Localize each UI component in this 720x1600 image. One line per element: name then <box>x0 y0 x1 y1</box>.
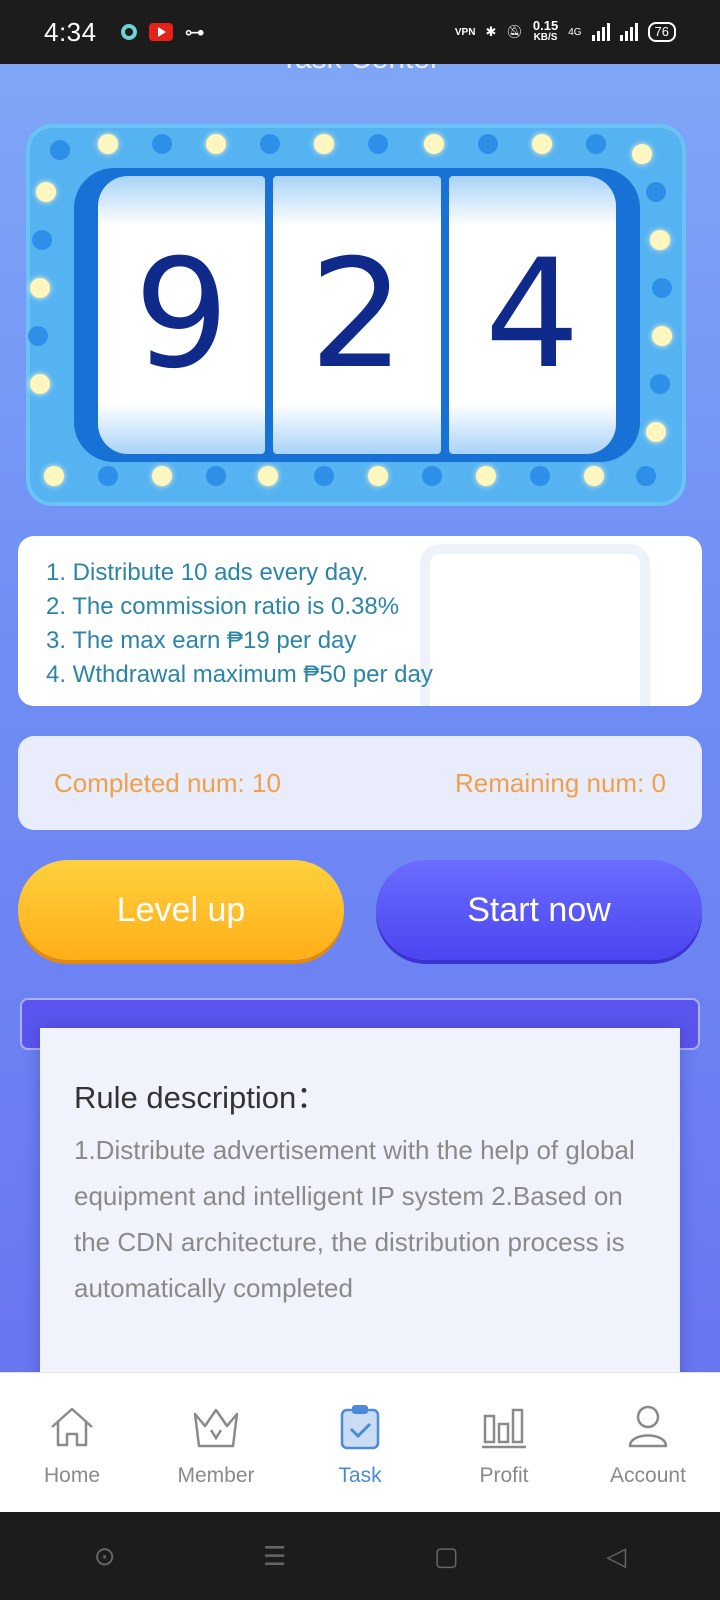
task-center-page: Task Center <box>0 64 720 1372</box>
reel-digit: 9 <box>133 228 230 402</box>
slot-machine: 9 2 4 <box>26 124 686 506</box>
slot-reels: 9 2 4 <box>74 168 640 462</box>
status-time: 4:34 <box>44 16 97 47</box>
crown-icon <box>193 1408 239 1447</box>
nav-item-account[interactable]: Account <box>576 1373 720 1512</box>
home-icon <box>51 1407 93 1446</box>
nav-item-home[interactable]: Home <box>0 1373 144 1512</box>
reel-2: 2 <box>273 176 441 454</box>
task-counts-card: Completed num: 10 Remaining num: 0 <box>18 736 702 830</box>
info-line: 1. Distribute 10 ads every day. <box>46 559 369 586</box>
nav-label: Profit <box>479 1463 529 1487</box>
rule-title: Rule description： <box>74 1080 328 1115</box>
mute-icon: 🔕︎ <box>506 24 523 39</box>
info-line: 4. Wthdrawal maximum ₱50 per day <box>46 661 433 688</box>
completed-count: Completed num: 10 <box>54 767 281 798</box>
net-speed: 0.15 KB/S <box>532 18 559 43</box>
reel-1: 9 <box>98 176 266 454</box>
nav-item-profit[interactable]: Profit <box>432 1373 576 1512</box>
level-up-button[interactable]: Level up <box>18 860 344 960</box>
signal-icon-2 <box>619 23 638 41</box>
nav-label: Account <box>610 1463 686 1487</box>
nav-label: Task <box>338 1463 382 1487</box>
battery-icon: 76 <box>647 22 676 42</box>
info-line: 2. The commission ratio is 0.38% <box>46 593 400 620</box>
assistant-icon[interactable]: ⊙ <box>94 1541 116 1572</box>
notification-icons: ⊶ <box>120 20 205 45</box>
status-bar: 4:34 ⊶ VPN ✱ 🔕︎ 0.15 KB/S 4G 76 <box>0 0 720 64</box>
info-line: 3. The max earn ₱19 per day <box>46 627 357 654</box>
nav-item-task[interactable]: Task <box>288 1373 432 1512</box>
bar-chart-icon <box>482 1408 526 1448</box>
start-now-button[interactable]: Start now <box>376 860 702 960</box>
user-icon <box>628 1405 668 1447</box>
home-square-icon[interactable]: ▢ <box>434 1541 459 1572</box>
page-title: Task Center <box>0 64 720 76</box>
remaining-count: Remaining num: 0 <box>455 767 666 798</box>
signal-icon <box>591 23 610 41</box>
network-type: 4G <box>568 26 582 38</box>
clipboard-check-icon <box>340 1404 380 1449</box>
reel-digit: 2 <box>309 228 405 402</box>
menu-icon[interactable]: ☰ <box>263 1541 286 1572</box>
system-icons: VPN ✱ 🔕︎ 0.15 KB/S 4G 76 <box>454 18 676 44</box>
key-icon: ⊶ <box>184 21 205 44</box>
app-notification-icon <box>120 24 137 40</box>
reel-3: 4 <box>448 176 616 454</box>
nav-label: Home <box>43 1463 101 1487</box>
nav-item-member[interactable]: Member <box>144 1373 288 1512</box>
back-icon[interactable]: ◁ <box>606 1541 626 1572</box>
system-nav-bar: ⊙ ☰ ▢ ◁ <box>0 1512 720 1600</box>
nav-label: Member <box>177 1463 255 1487</box>
vpn-icon: VPN <box>454 26 476 38</box>
bottom-nav: Home Member Task Profit Account <box>0 1372 720 1512</box>
bluetooth-icon: ✱ <box>485 24 497 39</box>
rule-description-panel[interactable]: Rule description： 1.Distribute advertise… <box>40 1028 680 1372</box>
task-info-card: 1. Distribute 10 ads every day. 2. The c… <box>18 536 702 706</box>
youtube-icon <box>148 23 173 41</box>
reel-digit: 4 <box>484 228 581 402</box>
rule-text: 1.Distribute advertisement with the help… <box>74 1135 635 1303</box>
